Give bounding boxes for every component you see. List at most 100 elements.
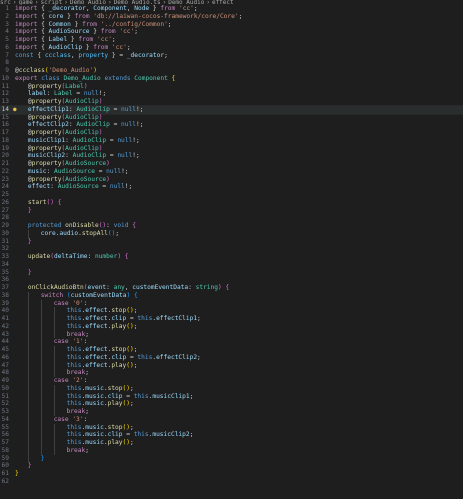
code-line[interactable]: 37 onClickAudioBtn(event: any, customEven… [0,284,463,292]
code-text: const { ccclass, property } = _decorator… [15,52,168,60]
code-line[interactable]: 6 import { AudioClip } from 'cc'; [0,44,463,52]
code-line[interactable]: 42 this.effect.play(); [0,322,463,331]
code-token: AudioSource [65,175,107,183]
code-token: 'cc' [178,5,194,12]
line-number: 28 [1,214,9,222]
code-line[interactable]: 13 @property(AudioClip) [0,98,463,106]
line-number: 13 [1,98,9,105]
code-line[interactable]: 58 break; [0,446,463,455]
code-token: ; [133,346,138,353]
code-line[interactable]: 17 @property(AudioClip) [0,129,463,137]
code-token: from [93,43,109,51]
code-line[interactable]: 48 break; [0,369,463,377]
code-line[interactable]: 10 export class Demo_Audio extends Compon… [0,75,463,83]
code-line[interactable]: 46 this.effect.clip = this.effectClip2; [0,353,463,362]
code-text: @property(AudioSource) [28,176,110,184]
code-line[interactable]: 53 break; [0,408,463,416]
code-line[interactable]: 38 switch (customEventData) { [0,291,463,300]
code-line[interactable]: 32 [0,245,463,253]
code-text: this.music.clip = this.musicClip2; [67,431,194,439]
code-line[interactable]: 3 import { Common } from '../config/Commo… [0,21,463,29]
code-token: : [106,222,114,229]
code-token: : [83,338,88,346]
code-line[interactable]: 7 const { ccclass, property } = _decorato… [0,52,463,60]
code-token: onDisable [65,222,99,229]
code-line[interactable]: 24 effect: AudioSource = null!; [0,183,463,191]
code-token: 'Demo_Audio' [48,67,94,74]
line-number: 6 [5,43,9,51]
line-number: 50 [1,384,9,392]
code-token: ; [115,229,120,237]
code-line[interactable]: 54 case '3': [0,415,463,424]
code-token: this [66,384,82,392]
code-line[interactable]: 29 protected onDisable(): void { [0,222,463,230]
code-line[interactable]: 11 @property(Label) [0,83,463,91]
code-line[interactable]: 30 core.audio.stopAll(); [0,229,463,238]
code-line[interactable]: 34 [0,261,463,269]
code-line[interactable]: 9 @ccclass('Demo_Audio') [0,67,463,75]
code-line[interactable]: 36 [0,276,463,284]
code-line[interactable]: 22 music: AudioSource = null!; [0,168,463,176]
indent-guide [27,423,29,432]
code-line[interactable]: 49 case '2': [0,377,463,385]
code-token: play [111,322,127,330]
code-line[interactable]: 31} [0,238,463,246]
code-line[interactable]: 2 import { core } from 'db://laiwan-cocos… [0,13,463,21]
code-line[interactable]: 61} [0,470,463,478]
code-line[interactable]: 52 this.music.play(); [0,400,463,408]
lightbulb-icon[interactable]: ● [13,106,17,114]
code-line[interactable]: 39 case '0': [0,299,463,308]
code-line[interactable]: 60} [0,462,463,470]
code-line[interactable]: 19 @property(AudioClip) [0,145,463,153]
code-line[interactable]: 16 effectClip2: AudioClip = null!; [0,121,463,129]
code-token: music [27,167,47,175]
code-line[interactable]: 23 @property(AudioSource) [0,176,463,184]
code-token: class [41,74,60,82]
code-line[interactable]: 35} [0,269,463,277]
code-line[interactable]: 27} [0,207,463,215]
code-line[interactable]: 55 this.music.stop(); [0,423,463,432]
code-line[interactable]: 15 @property(AudioClip) [0,114,463,122]
code-token: protected [27,222,62,229]
code-line[interactable]: 57 this.music.play(); [0,439,463,447]
code-token: () [122,439,130,446]
code-line[interactable]: 5 import { Label } from 'cc'; [0,36,463,44]
code-line[interactable]: 1 import { _decorator, Component, Node } … [0,5,463,13]
code-line[interactable]: 41 this.effect.clip = this.effectClip1; [0,315,463,323]
indent-guide [40,415,42,424]
code-line[interactable]: 28 [0,214,463,222]
code-lines[interactable]: 1 import { _decorator, Component, Node } … [0,5,463,486]
indent-guide [40,400,42,408]
code-line[interactable]: 14 ● effectClip1: AudioClip = null!; [0,104,463,115]
code-line[interactable]: 26 start() { [0,199,463,207]
code-line[interactable]: 12 label: Label = null!; [0,90,463,98]
code-line[interactable]: 50 this.music.stop(); [0,384,463,393]
code-line[interactable]: 62 [0,478,463,486]
code-token: this [137,353,153,361]
code-line[interactable]: 8 [0,59,463,67]
code-token: clip [107,392,123,400]
code-line[interactable]: 21 @property(AudioSource) [0,160,463,168]
code-line[interactable]: 59} [0,454,463,463]
code-line[interactable]: 47 this.effect.play(); [0,361,463,370]
indent-guide [27,384,29,393]
code-token: } [27,268,32,276]
code-editor[interactable]: src › game › script › Demo_Audio › Demo_Audio.ts… [0,0,463,499]
code-line[interactable]: 43 break; [0,330,463,339]
code-token: ; [134,28,138,36]
code-line[interactable]: 25 [0,191,463,199]
code-line[interactable]: 51 this.music.clip = this.musicClip1; [0,392,463,401]
code-line[interactable]: 40 this.effect.stop(); [0,307,463,315]
code-line[interactable]: 44 case '1': [0,338,463,346]
code-line[interactable]: 45 this.effect.stop(); [0,346,463,354]
indent-guide [27,361,29,370]
code-line[interactable]: 33 update(deltaTime: number) { [0,253,463,261]
code-token: null [121,121,136,129]
code-line[interactable]: 56 this.music.clip = this.musicClip2; [0,431,463,439]
code-line[interactable]: 4 import { AudioSource } from 'cc'; [0,28,463,36]
indent-guide [27,392,29,401]
code-line[interactable]: 20 musicClip2: AudioClip = null!; [0,152,463,160]
line-number: 12 [1,90,9,98]
code-line[interactable]: 18 musicClip1: AudioClip = null!; [0,137,463,145]
code-token: case [53,377,69,384]
